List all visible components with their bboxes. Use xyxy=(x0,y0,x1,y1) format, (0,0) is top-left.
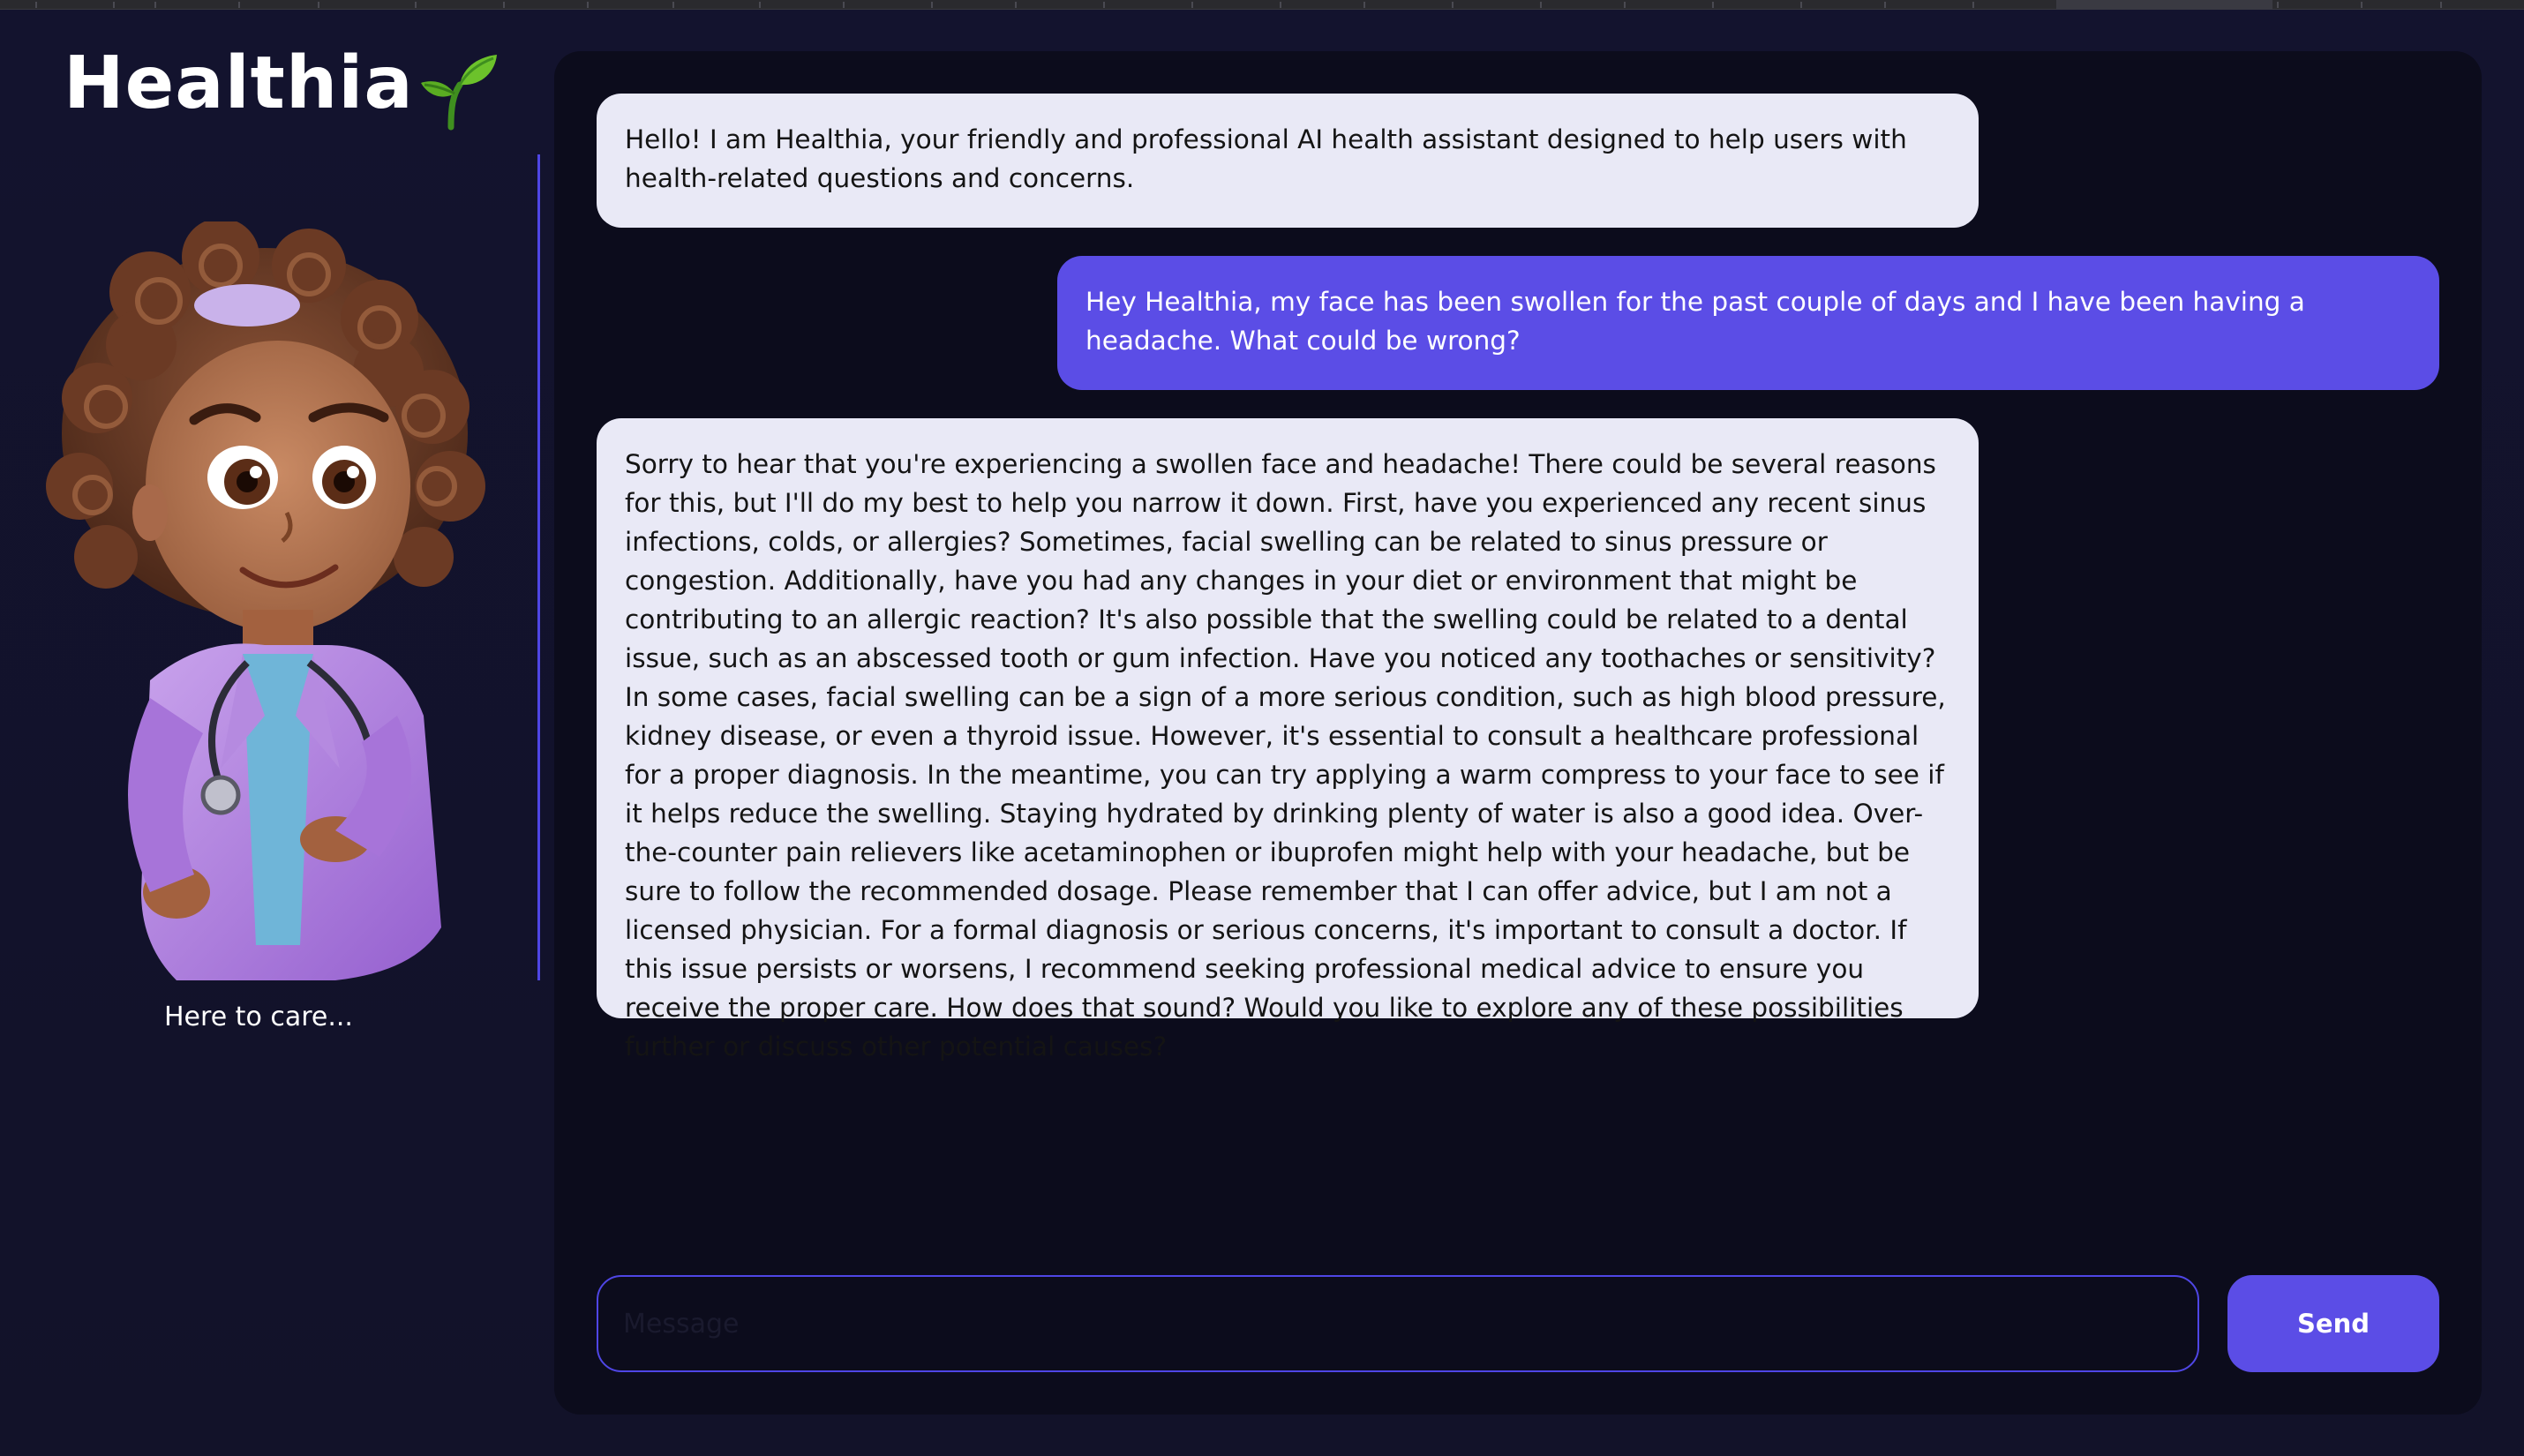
tab-divider xyxy=(1712,2,1714,8)
tab-divider xyxy=(931,2,933,8)
brand-logo[interactable]: Healthia xyxy=(64,41,500,131)
tab-divider xyxy=(1015,2,1017,8)
app-root: Healthia Here to care... Hello! I am Hea… xyxy=(0,0,2524,1456)
tab-divider xyxy=(503,2,505,8)
tab-divider xyxy=(1452,2,1454,8)
tab-divider xyxy=(1280,2,1281,8)
send-button[interactable]: Send xyxy=(2227,1275,2439,1372)
tab-divider xyxy=(672,2,674,8)
tab-divider xyxy=(759,2,761,8)
avatar-caption: Here to care... xyxy=(164,1002,353,1032)
sprout-icon xyxy=(420,55,497,131)
tab-divider xyxy=(154,2,156,8)
avatar xyxy=(44,218,485,980)
assistant-message: Sorry to hear that you're experiencing a… xyxy=(597,418,1979,1062)
tab-divider xyxy=(1540,2,1542,8)
doctor-avatar-illustration xyxy=(46,218,485,980)
message-input[interactable] xyxy=(597,1275,2199,1372)
tab-divider xyxy=(1972,2,1974,8)
tab-divider xyxy=(35,2,37,8)
tab-divider xyxy=(2277,2,2279,8)
browser-tab-strip xyxy=(0,0,2524,10)
chat-panel: Hello! I am Healthia, your friendly and … xyxy=(554,51,2482,1415)
tab-divider xyxy=(1800,2,1802,8)
tab-divider xyxy=(2440,2,2442,8)
tab-divider xyxy=(587,2,589,8)
sidebar: Healthia Here to care... xyxy=(0,10,547,1456)
tab-divider xyxy=(318,2,319,8)
tab-divider xyxy=(843,2,845,8)
active-tab-indicator[interactable] xyxy=(2056,0,2272,10)
user-message: Hey Healthia, my face has been swollen f… xyxy=(1057,256,2439,390)
tab-divider xyxy=(1624,2,1626,8)
tab-divider xyxy=(238,2,240,8)
tab-divider xyxy=(1103,2,1105,8)
panel-divider xyxy=(537,154,540,980)
tab-divider xyxy=(1884,2,1886,8)
tab-divider xyxy=(415,2,417,8)
tab-divider xyxy=(113,2,115,8)
tab-divider xyxy=(2361,2,2362,8)
assistant-message: Hello! I am Healthia, your friendly and … xyxy=(597,94,1979,228)
brand-name: Healthia xyxy=(64,41,414,125)
tab-divider xyxy=(1191,2,1193,8)
tab-divider xyxy=(1363,2,1365,8)
